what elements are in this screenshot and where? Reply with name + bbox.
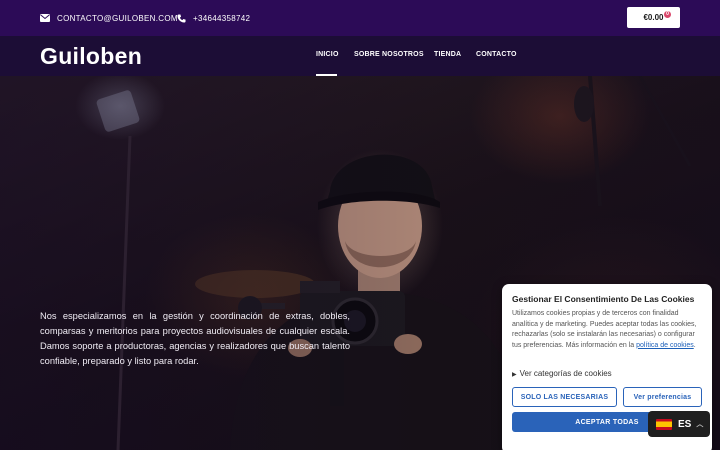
language-code: ES: [678, 418, 692, 430]
only-necessary-button[interactable]: SOLO LAS NECESARIAS: [512, 387, 617, 407]
email-text: CONTACTO@GUILOBEN.COM: [57, 13, 178, 23]
nav-item-contacto[interactable]: CONTACTO: [476, 51, 517, 58]
nav-item-tienda[interactable]: TIENDA: [434, 51, 461, 58]
view-preferences-button[interactable]: Ver preferencias: [623, 387, 702, 407]
hero-description: Nos especializamos en la gestión y coord…: [40, 311, 350, 366]
language-switcher[interactable]: ES ︿: [648, 411, 710, 437]
phone-text: +34644358742: [193, 13, 251, 23]
nav-item-inicio[interactable]: INICIO: [316, 51, 339, 58]
cookie-categories-toggle[interactable]: ▶ Ver categorías de cookies: [512, 369, 612, 378]
phone-link[interactable]: +34644358742: [177, 0, 250, 36]
cookie-description: Utilizamos cookies propias y de terceros…: [512, 309, 704, 351]
cookie-categories-label: Ver categorías de cookies: [519, 369, 612, 378]
cart-button[interactable]: €0.00 0: [627, 7, 680, 28]
site-logo[interactable]: Guiloben: [40, 43, 142, 70]
cart-count-badge: 0: [664, 11, 671, 18]
top-contact-bar: CONTACTO@GUILOBEN.COM +34644358742 €0.00…: [0, 0, 720, 36]
chevron-up-icon: ︿: [696, 421, 704, 428]
nav-item-sobre-nosotros[interactable]: SOBRE NOSOTROS: [354, 51, 424, 58]
triangle-right-icon: ▶: [512, 372, 517, 378]
envelope-icon: [40, 14, 50, 22]
cart-total: €0.00: [643, 13, 664, 22]
cookie-policy-link[interactable]: política de cookies: [636, 342, 694, 349]
spain-flag-icon: [656, 418, 672, 430]
cookie-title: Gestionar El Consentimiento De Las Cooki…: [512, 294, 695, 304]
cookie-description-suffix: .: [693, 341, 696, 349]
email-link[interactable]: CONTACTO@GUILOBEN.COM: [40, 0, 178, 36]
phone-icon: [177, 13, 186, 23]
